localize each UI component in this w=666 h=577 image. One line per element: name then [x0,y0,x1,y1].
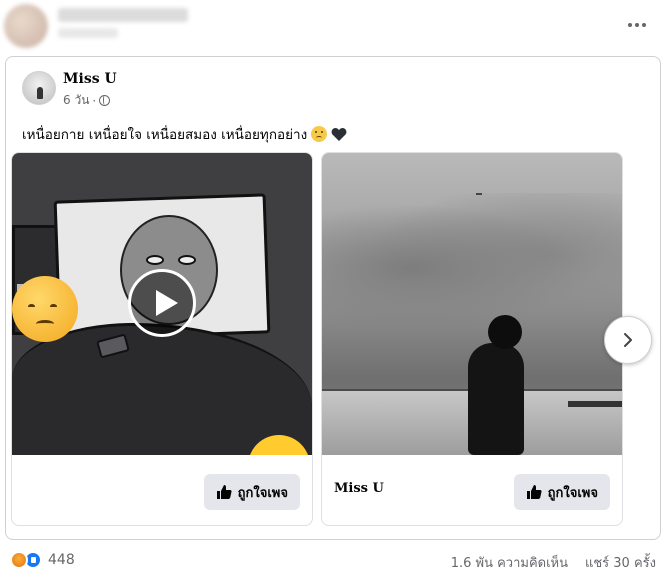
like-page-button[interactable]: ถูกใจเพจ [203,474,300,510]
angry-reaction-icon [10,551,28,569]
chevron-right-icon [624,333,632,347]
tile-page-name[interactable]: Miss U [334,481,384,496]
reactions-summary[interactable]: 448 [10,551,75,569]
pier [568,401,622,407]
thumbs-up-icon [526,485,542,499]
post-text: เหนื่อยกาย เหนื่อยใจ เหนื่อยสมอง เหนื่อย… [22,123,347,145]
sharer-name-blurred [58,8,188,22]
carousel-next-button[interactable] [604,316,652,364]
photo[interactable] [322,153,622,455]
sad-face-emoji-icon [311,126,328,142]
like-page-button[interactable]: ถูกใจเพจ [513,474,610,510]
thumbs-up-icon [216,485,232,499]
globe-icon [99,95,111,106]
shares-count-link[interactable]: แชร์ 30 ครั้ง [585,552,656,573]
play-icon[interactable] [128,269,196,337]
carousel-tile-video[interactable]: 0017 ถูกใจเพจ [11,152,313,526]
person-silhouette [468,343,524,455]
post-time[interactable]: 6 วัน [63,91,89,110]
black-heart-icon [331,127,347,142]
sharer-meta-blurred [58,28,118,38]
more-horizontal-icon[interactable] [626,14,648,36]
sad-emoji-sticker [12,276,78,342]
shared-post-header [0,0,666,56]
sharer-avatar[interactable] [4,4,48,48]
post-stats-bar: 448 1.6 พัน ความคิดเห็น แชร์ 30 ครั้ง [0,548,666,574]
like-page-label: ถูกใจเพจ [547,485,598,501]
comments-count-link[interactable]: 1.6 พัน ความคิดเห็น [451,552,568,573]
tile-footer: Miss U ถูกใจเพจ [322,455,622,525]
blanket-drawing [12,323,312,455]
page-avatar[interactable] [22,71,56,105]
tile-footer: ถูกใจเพจ [12,455,312,525]
reaction-count: 448 [48,552,75,568]
page-name[interactable]: Miss U [63,71,117,87]
post-meta: 6 วัน · [63,91,111,110]
like-page-label: ถูกใจเพจ [237,485,288,501]
original-post-card: Miss U 6 วัน · เหนื่อยกาย เหนื่อยใจ เหนื… [5,56,661,540]
video-thumbnail[interactable]: 0017 [12,153,312,455]
post-text-content: เหนื่อยกาย เหนื่อยใจ เหนื่อยสมอง เหนื่อย… [22,127,308,143]
carousel-tile-photo[interactable]: Miss U ถูกใจเพจ [321,152,623,526]
